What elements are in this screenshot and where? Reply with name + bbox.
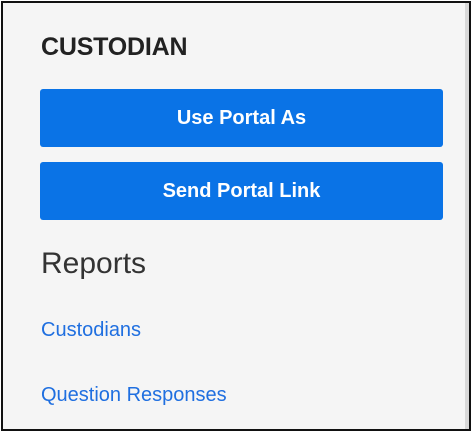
panel-right-edge [465, 3, 469, 429]
send-portal-link-button[interactable]: Send Portal Link [40, 162, 443, 220]
report-link-custodians[interactable]: Custodians [41, 319, 141, 342]
panel-title: CUSTODIAN [41, 33, 188, 61]
reports-heading: Reports [41, 247, 147, 280]
use-portal-as-button[interactable]: Use Portal As [40, 89, 443, 147]
report-link-question-responses[interactable]: Question Responses [41, 384, 227, 407]
custodian-panel: CUSTODIAN Use Portal As Send Portal Link… [1, 1, 471, 431]
